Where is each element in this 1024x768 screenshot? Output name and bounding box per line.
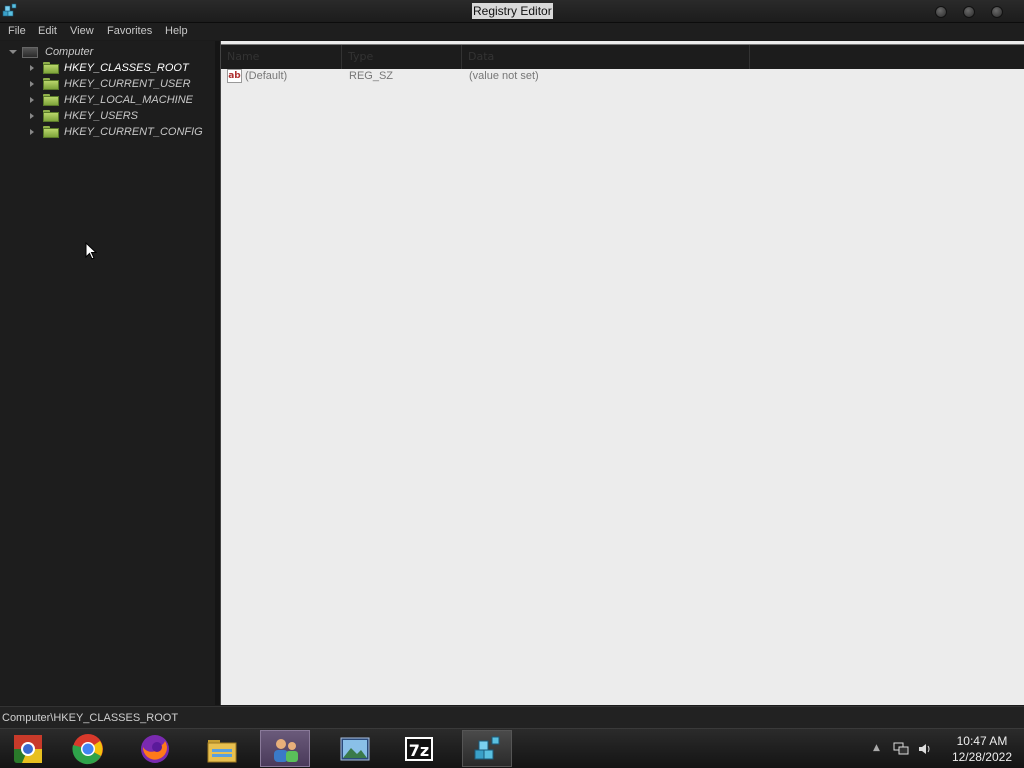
- folder-icon: [43, 126, 59, 138]
- expand-arrow-icon[interactable]: [30, 97, 34, 103]
- window-title: Registry Editor: [472, 3, 553, 19]
- taskbar-chrome[interactable]: [63, 730, 113, 767]
- expand-arrow-icon[interactable]: [30, 113, 34, 119]
- folder-icon: [43, 110, 59, 122]
- column-header-data[interactable]: Data: [462, 45, 750, 69]
- key-tree[interactable]: Computer HKEY_CLASSES_ROOT HKEY_CURRENT_…: [0, 41, 215, 705]
- value-row[interactable]: ab (Default) REG_SZ (value not set): [221, 68, 1024, 85]
- tree-item-hkey-local-machine[interactable]: HKEY_LOCAL_MACHINE: [0, 92, 215, 108]
- file-explorer-icon: [207, 740, 237, 763]
- menu-view[interactable]: View: [70, 25, 94, 37]
- tree-item-label: HKEY_USERS: [64, 110, 138, 122]
- taskbar-chromium[interactable]: [3, 730, 53, 767]
- tree-item-label: HKEY_CURRENT_USER: [64, 78, 191, 90]
- expand-arrow-icon[interactable]: [30, 81, 34, 87]
- chrome-icon: [72, 734, 103, 765]
- tree-item-label: HKEY_CURRENT_CONFIG: [64, 126, 203, 138]
- menu-edit[interactable]: Edit: [38, 25, 57, 37]
- value-data: (value not set): [469, 70, 539, 82]
- maximize-button[interactable]: [963, 6, 975, 18]
- photos-icon: [340, 737, 370, 761]
- svg-text:7z: 7z: [409, 741, 429, 760]
- clock-date: 12/28/2022: [951, 750, 1012, 764]
- status-path: Computer\HKEY_CLASSES_ROOT: [2, 712, 179, 724]
- 7zip-icon: 7z: [405, 737, 433, 761]
- taskbar: 7z ▲ 10:47 AM 12/28/2022: [0, 728, 1024, 768]
- taskbar-file-explorer[interactable]: [197, 730, 247, 767]
- volume-icon[interactable]: [917, 742, 933, 756]
- tray-overflow-icon[interactable]: ▲: [873, 743, 880, 753]
- minimize-button[interactable]: [935, 6, 947, 18]
- menu-help[interactable]: Help: [165, 25, 188, 37]
- clock-time: 10:47 AM: [956, 734, 1008, 748]
- tree-item-hkey-classes-root[interactable]: HKEY_CLASSES_ROOT: [0, 60, 215, 76]
- values-list[interactable]: Name Type Data ab (Default) REG_SZ (valu…: [220, 41, 1024, 705]
- tree-item-hkey-current-config[interactable]: HKEY_CURRENT_CONFIG: [0, 124, 215, 140]
- column-header-name[interactable]: Name: [221, 45, 342, 69]
- chromium-icon: [14, 735, 42, 763]
- tree-item-label: Computer: [45, 46, 94, 58]
- tree-item-computer[interactable]: Computer: [0, 44, 215, 60]
- expand-arrow-icon[interactable]: [30, 65, 34, 71]
- tree-item-label: HKEY_LOCAL_MACHINE: [64, 94, 193, 106]
- value-type: REG_SZ: [349, 70, 394, 82]
- folder-icon: [43, 78, 59, 90]
- collapse-arrow-icon[interactable]: [9, 50, 17, 54]
- taskbar-clock[interactable]: 10:47 AM 12/28/2022: [952, 733, 1012, 765]
- registry-editor-icon[interactable]: [2, 3, 18, 19]
- column-header-type[interactable]: Type: [342, 45, 462, 69]
- mouse-cursor-icon: [85, 242, 97, 260]
- close-button[interactable]: [991, 6, 1003, 18]
- taskbar-users[interactable]: [260, 730, 310, 767]
- users-icon: [274, 739, 298, 762]
- folder-icon: [43, 62, 59, 74]
- menu-bar: File Edit View Favorites Help: [0, 23, 1024, 40]
- taskbar-registry-editor[interactable]: [462, 730, 512, 767]
- column-header: Name Type Data: [221, 44, 1024, 69]
- network-icon[interactable]: [893, 742, 909, 756]
- taskbar-7zip[interactable]: 7z: [394, 730, 444, 767]
- menu-file[interactable]: File: [8, 25, 26, 37]
- tree-item-label: HKEY_CLASSES_ROOT: [64, 62, 189, 74]
- expand-arrow-icon[interactable]: [30, 129, 34, 135]
- tree-item-hkey-users[interactable]: HKEY_USERS: [0, 108, 215, 124]
- folder-icon: [43, 94, 59, 106]
- firefox-icon: [141, 735, 169, 763]
- status-bar: Computer\HKEY_CLASSES_ROOT: [0, 706, 1024, 729]
- string-value-icon: ab: [227, 69, 242, 83]
- value-name: (Default): [245, 70, 288, 82]
- tree-item-hkey-current-user[interactable]: HKEY_CURRENT_USER: [0, 76, 215, 92]
- title-bar: Registry Editor: [0, 0, 1024, 23]
- taskbar-firefox[interactable]: [130, 730, 180, 767]
- menu-favorites[interactable]: Favorites: [107, 25, 152, 37]
- computer-icon: [22, 47, 38, 58]
- registry-editor-icon: [474, 736, 500, 760]
- taskbar-photos[interactable]: [330, 730, 380, 767]
